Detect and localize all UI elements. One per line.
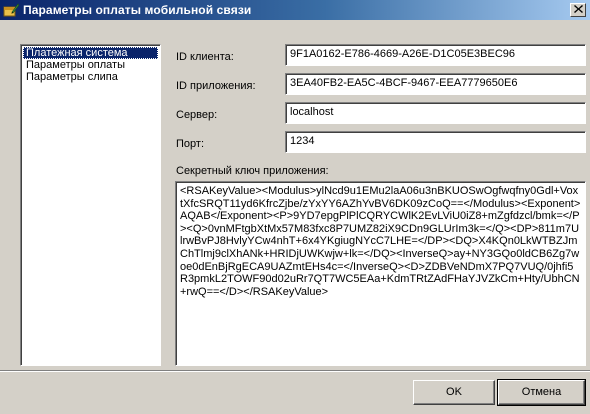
settings-nav-list[interactable]: Платежная система Параметры оплаты Парам… xyxy=(20,44,161,366)
app-id-label: ID приложения: xyxy=(176,80,256,92)
ok-button[interactable]: OK xyxy=(413,380,495,405)
client-id-label: ID клиента: xyxy=(176,51,234,63)
server-label: Сервер: xyxy=(176,109,218,121)
port-label: Порт: xyxy=(176,138,204,150)
server-field[interactable]: localhost xyxy=(285,102,586,124)
port-field[interactable]: 1234 xyxy=(285,131,586,153)
nav-item-slip-params[interactable]: Параметры слипа xyxy=(23,71,160,83)
app-id-field[interactable]: 3EA40FB2-EA5C-4BCF-9467-EEA7779650E6 xyxy=(285,73,586,95)
secret-key-textarea[interactable]: <RSAKeyValue><Modulus>ylNcd9u1EMu2laA06u… xyxy=(175,181,586,366)
footer-separator xyxy=(0,370,590,372)
nav-item-payment-system[interactable]: Платежная система xyxy=(23,47,158,59)
title-bar[interactable]: Параметры оплаты мобильной связи xyxy=(0,0,590,20)
window-title: Параметры оплаты мобильной связи xyxy=(23,3,252,17)
wallet-pen-icon xyxy=(3,2,20,18)
secret-key-label: Секретный ключ приложения: xyxy=(176,165,329,177)
close-button[interactable] xyxy=(570,3,586,17)
close-icon xyxy=(573,4,583,16)
cancel-button[interactable]: Отмена xyxy=(497,379,586,406)
client-id-field[interactable]: 9F1A0162-E786-4669-A26E-D1C05E3BEC96 xyxy=(285,44,586,66)
nav-item-payment-params[interactable]: Параметры оплаты xyxy=(23,59,160,71)
